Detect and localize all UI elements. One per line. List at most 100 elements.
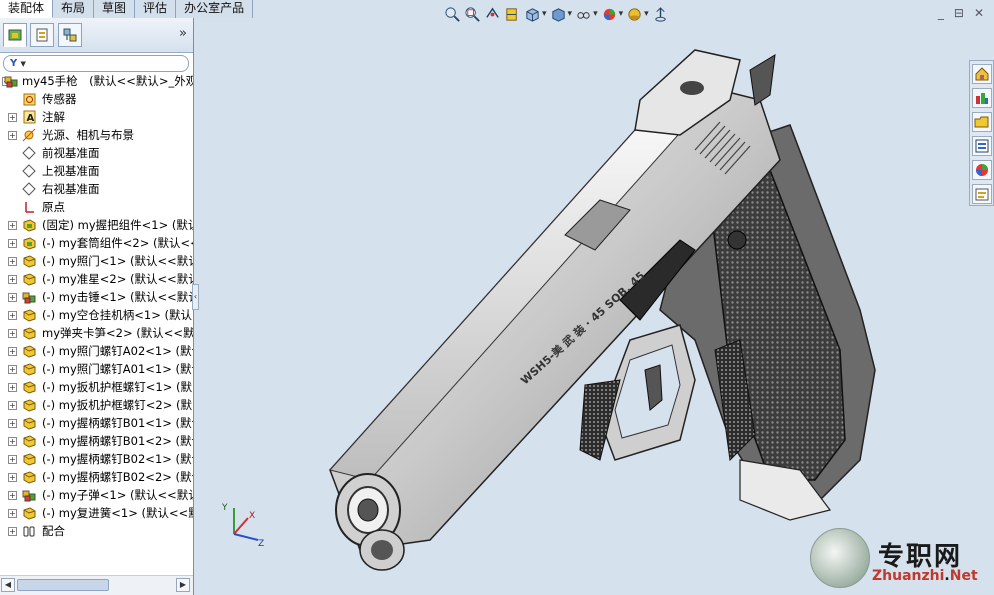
tree-filter[interactable]: Y ▼: [3, 55, 189, 72]
design-library-tab[interactable]: [972, 112, 992, 132]
assembly-icon: [22, 290, 37, 304]
resources-tab[interactable]: [972, 88, 992, 108]
minimize-icon[interactable]: _: [938, 6, 944, 20]
x-axis-label: X: [249, 511, 255, 521]
tree-item[interactable]: + (-) my握柄螺钉B01<2> (默认: [0, 432, 193, 450]
expand-icon[interactable]: +: [8, 221, 17, 230]
expand-icon[interactable]: +: [8, 383, 17, 392]
command-tab[interactable]: 草图: [94, 0, 136, 18]
pistol-3d-model[interactable]: WSH5-美 武 装 · 45 SOB. 45: [300, 40, 900, 585]
tree-item-label: (-) my子弹<1> (默认<<默认: [42, 488, 193, 502]
dropdown-arrow-icon[interactable]: ▾: [593, 9, 598, 19]
command-tab[interactable]: 布局: [53, 0, 95, 18]
expand-icon[interactable]: +: [8, 365, 17, 374]
expand-icon[interactable]: +: [8, 527, 17, 536]
appearances-tab[interactable]: [972, 160, 992, 180]
dropdown-arrow-icon[interactable]: ▾: [568, 9, 573, 19]
apply-scene-icon: [626, 6, 643, 23]
feature-manager-tab[interactable]: [3, 23, 27, 47]
tree-item-label: (-) my照门螺钉A02<1> (默认: [42, 344, 193, 358]
property-manager-tab[interactable]: [30, 23, 54, 47]
expand-icon[interactable]: +: [8, 293, 17, 302]
scroll-right-icon[interactable]: ▶: [176, 578, 190, 592]
tree-item[interactable]: + 光源、相机与布景: [0, 126, 193, 144]
zoom-to-fit-button[interactable]: [444, 4, 461, 24]
hide-show-items-button[interactable]: ▾: [575, 4, 598, 24]
window-controls: _ ⊟ ✕: [938, 6, 984, 20]
restore-icon[interactable]: ⊟: [954, 6, 964, 20]
scroll-thumb[interactable]: [17, 579, 109, 591]
tree-item[interactable]: + A 注解: [0, 108, 193, 126]
tree-item[interactable]: + (-) my照门螺钉A01<1> (默认: [0, 360, 193, 378]
tree-item[interactable]: + (固定) my握把组件<1> (默认: [0, 216, 193, 234]
expand-icon[interactable]: +: [8, 491, 17, 500]
resources-icon: [976, 93, 988, 104]
expand-icon[interactable]: +: [8, 455, 17, 464]
tree-item[interactable]: 上视基准面: [0, 162, 193, 180]
tree-item[interactable]: + (-) my复进簧<1> (默认<<默: [0, 504, 193, 522]
command-tab[interactable]: 办公室产品: [176, 0, 254, 18]
tree-item[interactable]: + (-) my击锤<1> (默认<<默认: [0, 288, 193, 306]
display-style-button[interactable]: ▾: [550, 4, 573, 24]
expand-icon[interactable]: +: [8, 257, 17, 266]
expand-icon[interactable]: +: [8, 329, 17, 338]
apply-scene-button[interactable]: ▾: [626, 4, 649, 24]
expand-icon[interactable]: +: [8, 113, 17, 122]
expand-icon[interactable]: +: [8, 509, 17, 518]
view-orientation-icon: [524, 6, 541, 23]
custom-properties-tab[interactable]: [972, 184, 992, 204]
dropdown-arrow-icon[interactable]: ▾: [644, 9, 649, 19]
expand-icon[interactable]: +: [8, 311, 17, 320]
filter-dropdown-icon[interactable]: ▼: [20, 60, 25, 68]
expand-icon[interactable]: +: [8, 419, 17, 428]
expand-icon[interactable]: +: [8, 131, 17, 140]
home-tab[interactable]: [972, 64, 992, 84]
command-tab[interactable]: 评估: [135, 0, 177, 18]
tree-item[interactable]: + (-) my准星<2> (默认<<默认: [0, 270, 193, 288]
tree-item[interactable]: + (-) my握柄螺钉B01<1> (默认: [0, 414, 193, 432]
part-icon: [22, 452, 37, 466]
panel-splitter[interactable]: ‹: [192, 284, 199, 310]
previous-view-button[interactable]: [484, 4, 501, 24]
tree-item[interactable]: + (-) my扳机护框螺钉<2> (默: [0, 396, 193, 414]
tree-item[interactable]: + (-) my套筒组件<2> (默认<<: [0, 234, 193, 252]
tree-item[interactable]: +my45手枪 (默认<<默认>_外观: [0, 72, 193, 90]
configuration-manager-tab[interactable]: [58, 23, 82, 47]
dropdown-arrow-icon[interactable]: ▾: [619, 9, 624, 19]
tree-item[interactable]: 前视基准面: [0, 144, 193, 162]
tree-item[interactable]: + (-) my空仓挂机柄<1> (默认: [0, 306, 193, 324]
tree-item[interactable]: + 配合: [0, 522, 193, 540]
expand-icon[interactable]: +: [8, 401, 17, 410]
tree-item[interactable]: + (-) my握柄螺钉B02<2> (默认: [0, 468, 193, 486]
tree-item-label: 传感器: [42, 92, 77, 106]
view-orientation-button[interactable]: ▾: [524, 4, 547, 24]
section-view-button[interactable]: [504, 4, 521, 24]
tree-horizontal-scrollbar[interactable]: ◀ ▶: [0, 575, 193, 595]
dropdown-arrow-icon[interactable]: ▾: [542, 9, 547, 19]
tree-item[interactable]: 传感器: [0, 90, 193, 108]
expand-icon[interactable]: +: [8, 347, 17, 356]
expand-icon[interactable]: +: [8, 275, 17, 284]
tree-item-label: (-) my扳机护框螺钉<1> (默: [42, 380, 193, 394]
z-axis-label: Z: [258, 539, 264, 549]
file-explorer-tab[interactable]: [972, 136, 992, 156]
expand-icon[interactable]: +: [8, 473, 17, 482]
command-tab[interactable]: 装配体: [0, 0, 54, 18]
tree-item[interactable]: 原点: [0, 198, 193, 216]
edit-appearance-button[interactable]: ▾: [601, 4, 624, 24]
tree-item[interactable]: + my弹夹卡笋<2> (默认<<默认: [0, 324, 193, 342]
tree-item[interactable]: + (-) my扳机护框螺钉<1> (默: [0, 378, 193, 396]
scroll-left-icon[interactable]: ◀: [1, 578, 15, 592]
tree-item[interactable]: + (-) my握柄螺钉B02<1> (默认: [0, 450, 193, 468]
tree-item[interactable]: + (-) my照门螺钉A02<1> (默认: [0, 342, 193, 360]
expand-icon[interactable]: +: [8, 437, 17, 446]
view-settings-button[interactable]: [652, 4, 669, 24]
collapse-panel-icon[interactable]: »: [179, 26, 187, 41]
expand-icon[interactable]: +: [8, 239, 17, 248]
part-icon: [22, 506, 37, 520]
close-icon[interactable]: ✕: [974, 6, 984, 20]
zoom-to-area-button[interactable]: [464, 4, 481, 24]
tree-item[interactable]: 右视基准面: [0, 180, 193, 198]
tree-item[interactable]: + (-) my子弹<1> (默认<<默认: [0, 486, 193, 504]
tree-item[interactable]: + (-) my照门<1> (默认<<默认: [0, 252, 193, 270]
